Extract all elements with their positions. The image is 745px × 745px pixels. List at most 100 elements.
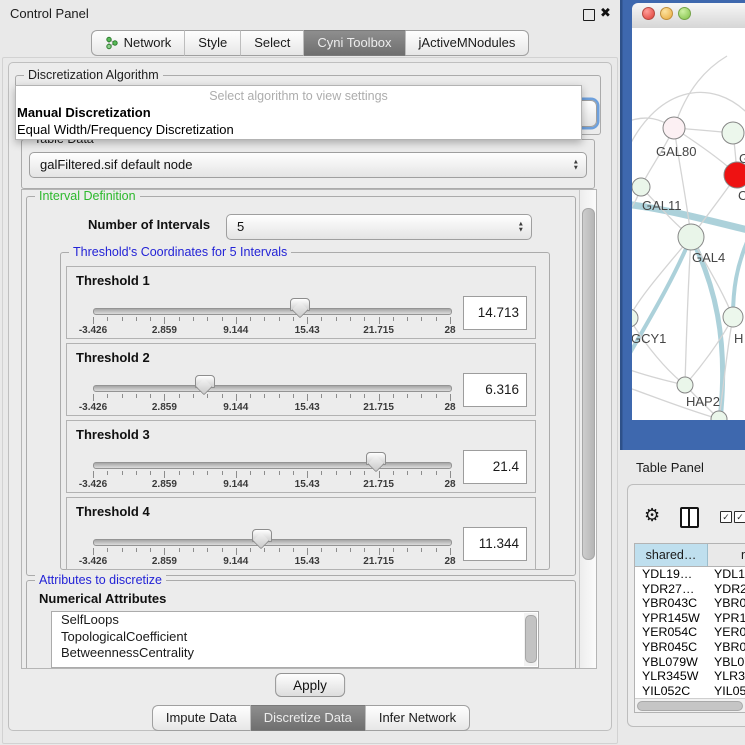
table-row[interactable]: YDR27…YDR27… bbox=[635, 582, 745, 597]
tick-mark bbox=[236, 548, 237, 555]
tick-mark bbox=[193, 317, 194, 321]
column-layout-icon[interactable] bbox=[680, 507, 699, 528]
network-node[interactable] bbox=[711, 411, 727, 420]
slider-handle[interactable] bbox=[290, 298, 310, 311]
tick-mark bbox=[264, 471, 265, 475]
tab-select[interactable]: Select bbox=[241, 30, 304, 56]
slider-track[interactable] bbox=[93, 539, 452, 546]
slider-handle[interactable] bbox=[195, 375, 215, 388]
network-node-c[interactable] bbox=[724, 162, 745, 188]
zoom-traffic-light-icon[interactable] bbox=[678, 7, 691, 20]
tick-mark bbox=[321, 471, 322, 475]
network-node-gcy1[interactable] bbox=[632, 309, 638, 327]
tab-discretize-data[interactable]: Discretize Data bbox=[251, 705, 366, 731]
tick-mark bbox=[393, 317, 394, 321]
tick-mark bbox=[179, 548, 180, 552]
column-header-shared-name[interactable]: shared… bbox=[635, 544, 708, 566]
minimize-traffic-light-icon[interactable] bbox=[660, 7, 673, 20]
tab-impute-data[interactable]: Impute Data bbox=[152, 705, 251, 731]
tick-mark bbox=[407, 548, 408, 552]
numerical-attributes-list[interactable]: SelfLoopsTopologicalCoefficientBetweenne… bbox=[51, 611, 539, 668]
tick-mark bbox=[407, 317, 408, 321]
threshold-value-field[interactable]: 11.344 bbox=[463, 527, 527, 561]
network-node-gal80[interactable] bbox=[663, 117, 685, 139]
bottom-tab-bar: Impute DataDiscretize DataInfer Network bbox=[9, 705, 613, 731]
tick-mark bbox=[122, 548, 123, 552]
slider-track[interactable] bbox=[93, 385, 452, 392]
table-scrollbar-thumb[interactable] bbox=[637, 701, 743, 711]
slider-handle[interactable] bbox=[252, 529, 272, 542]
tick-mark bbox=[293, 394, 294, 398]
tick-mark bbox=[136, 317, 137, 321]
tick-mark bbox=[393, 394, 394, 398]
viewport-scrollbar[interactable] bbox=[579, 190, 596, 668]
network-canvas[interactable]: GAL80GACGAL11GAL4GCY1HHAP2 bbox=[632, 28, 745, 420]
tab-network[interactable]: Network bbox=[91, 30, 186, 56]
tick-mark bbox=[350, 317, 351, 321]
slider-track[interactable] bbox=[93, 308, 452, 315]
threshold-label: Threshold 3 bbox=[76, 427, 150, 442]
threshold-value-field[interactable]: 6.316 bbox=[463, 373, 527, 407]
table-row[interactable]: YBR045CYBR045C bbox=[635, 640, 745, 655]
table-data-combobox[interactable]: galFiltered.sif default node ▲▼ bbox=[29, 152, 587, 178]
network-node-gal11[interactable] bbox=[632, 178, 650, 196]
dropdown-item-equal-width-frequency[interactable]: Equal Width/Frequency Discretization bbox=[17, 122, 234, 137]
tick-label: 2.859 bbox=[152, 402, 177, 413]
cell-shared-name: YBR043C bbox=[635, 596, 707, 611]
tab-jactivemnodules[interactable]: jActiveMNodules bbox=[406, 30, 530, 56]
table-panel-title: Table Panel bbox=[627, 452, 745, 482]
table-row[interactable]: YIL052CYIL052C bbox=[635, 684, 745, 699]
slider-handle[interactable] bbox=[366, 452, 386, 465]
gear-icon[interactable]: ⚙ bbox=[644, 506, 660, 524]
tick-mark bbox=[307, 471, 308, 478]
network-node-hap2[interactable] bbox=[677, 377, 693, 393]
float-window-icon[interactable] bbox=[583, 9, 595, 21]
tab-style[interactable]: Style bbox=[185, 30, 241, 56]
column-header-name[interactable]: n bbox=[708, 544, 745, 566]
number-of-intervals-combobox[interactable]: 5 ▲▼ bbox=[226, 214, 532, 240]
tick-label: 21.715 bbox=[363, 479, 394, 490]
list-scrollbar[interactable] bbox=[524, 613, 537, 666]
slider-track[interactable] bbox=[93, 462, 452, 469]
viewport-scrollbar-thumb[interactable] bbox=[582, 208, 595, 560]
tick-mark bbox=[122, 317, 123, 321]
table-row[interactable]: YER054CYER054C bbox=[635, 625, 745, 640]
tick-mark bbox=[250, 471, 251, 475]
close-traffic-light-icon[interactable] bbox=[642, 7, 655, 20]
tick-mark bbox=[336, 548, 337, 552]
list-item[interactable]: SelfLoops bbox=[52, 612, 538, 629]
tab-infer-network[interactable]: Infer Network bbox=[366, 705, 470, 731]
top-tab-bar: NetworkStyleSelectCyni ToolboxjActiveMNo… bbox=[0, 30, 620, 56]
tab-cyni-toolbox[interactable]: Cyni Toolbox bbox=[304, 30, 405, 56]
threshold-value-field[interactable]: 21.4 bbox=[463, 450, 527, 484]
network-node-gal4[interactable] bbox=[678, 224, 704, 250]
tick-mark bbox=[279, 394, 280, 398]
table-row[interactable]: YDL19…YDL19… bbox=[635, 567, 745, 582]
apply-button[interactable]: Apply bbox=[275, 673, 345, 697]
group-title: Threshold's Coordinates for 5 Intervals bbox=[69, 245, 291, 260]
tick-mark bbox=[293, 317, 294, 321]
table-row[interactable]: YPR145WYPR145W bbox=[635, 611, 745, 626]
checkbox-icon[interactable]: ✓ bbox=[720, 511, 732, 523]
cell-name: YBR043C bbox=[707, 596, 745, 611]
close-icon[interactable]: ✖ bbox=[600, 5, 611, 21]
table-row[interactable]: YBR043CYBR043C bbox=[635, 596, 745, 611]
tick-mark bbox=[336, 317, 337, 321]
tick-label: 28 bbox=[444, 402, 455, 413]
table-row[interactable]: YBL079WYBL079W bbox=[635, 655, 745, 670]
list-item[interactable]: BetweennessCentrality bbox=[52, 645, 538, 662]
list-scrollbar-thumb[interactable] bbox=[525, 615, 537, 663]
tick-mark bbox=[193, 394, 194, 398]
network-node-label: GCY1 bbox=[632, 331, 666, 346]
dropdown-item-manual-discretization[interactable]: Manual Discretization bbox=[17, 105, 151, 120]
table-horizontal-scrollbar[interactable] bbox=[635, 698, 745, 712]
tick-mark bbox=[150, 471, 151, 475]
list-item[interactable]: TopologicalCoefficient bbox=[52, 629, 538, 646]
checkbox-icon[interactable]: ✓ bbox=[734, 511, 745, 523]
numerical-attributes-label: Numerical Attributes bbox=[39, 591, 166, 606]
network-node-h[interactable] bbox=[723, 307, 743, 327]
threshold-value-field[interactable]: 14.713 bbox=[463, 296, 527, 330]
table-row[interactable]: YLR345WYLR345W bbox=[635, 669, 745, 684]
network-node-ga[interactable] bbox=[722, 122, 744, 144]
tick-mark bbox=[164, 548, 165, 555]
